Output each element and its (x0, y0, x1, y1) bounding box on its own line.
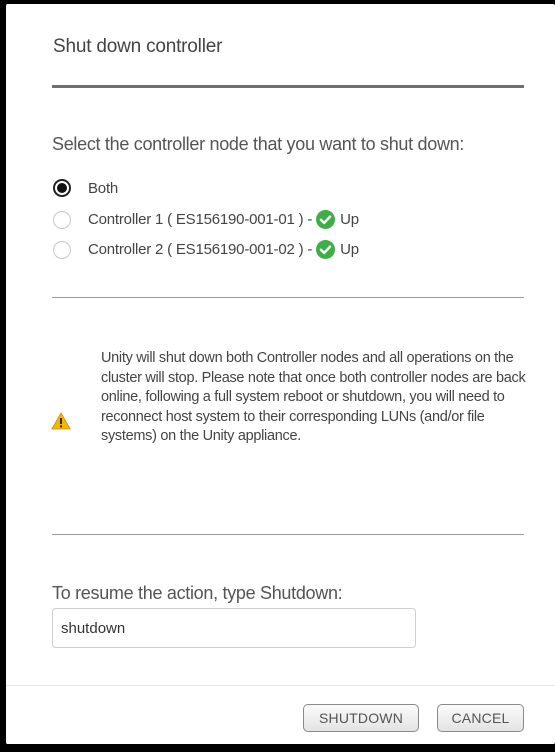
status-ok-icon (316, 240, 336, 259)
shutdown-dialog: Shut down controller Select the controll… (6, 4, 555, 744)
warning-triangle-icon (51, 412, 71, 430)
option-both-label: Both (88, 179, 119, 197)
section-divider (52, 297, 524, 298)
option-controller-1[interactable]: Controller 1 ( ES156190-001-01 ) - Up (53, 210, 359, 229)
option-both[interactable]: Both (53, 179, 118, 197)
option-controller-2-status: Up (340, 241, 359, 258)
shutdown-button[interactable]: SHUTDOWN (303, 704, 419, 732)
title-divider (52, 85, 524, 88)
resume-label: To resume the action, type Shutdown: (52, 583, 343, 603)
confirmation-input[interactable] (52, 608, 416, 648)
option-controller-2[interactable]: Controller 2 ( ES156190-001-02 ) - Up (53, 240, 359, 259)
option-controller-1-label: Controller 1 ( ES156190-001-01 ) - (88, 211, 313, 228)
option-controller-1-status: Up (340, 211, 359, 228)
radio-controller-2[interactable] (53, 240, 71, 259)
radio-dot (57, 183, 67, 193)
option-controller-2-label: Controller 2 ( ES156190-001-02 ) - (88, 241, 313, 258)
radio-controller-1[interactable] (53, 210, 71, 229)
radio-both[interactable] (53, 179, 71, 197)
warning-message: Unity will shut down both Controller nod… (101, 350, 526, 444)
status-ok-icon (316, 210, 336, 229)
dialog-footer: SHUTDOWN CANCEL (6, 685, 555, 744)
section-divider (52, 534, 524, 535)
cancel-button[interactable]: CANCEL (437, 704, 524, 732)
dialog-title: Shut down controller (53, 36, 223, 57)
selection-prompt: Select the controller node that you want… (52, 134, 465, 154)
